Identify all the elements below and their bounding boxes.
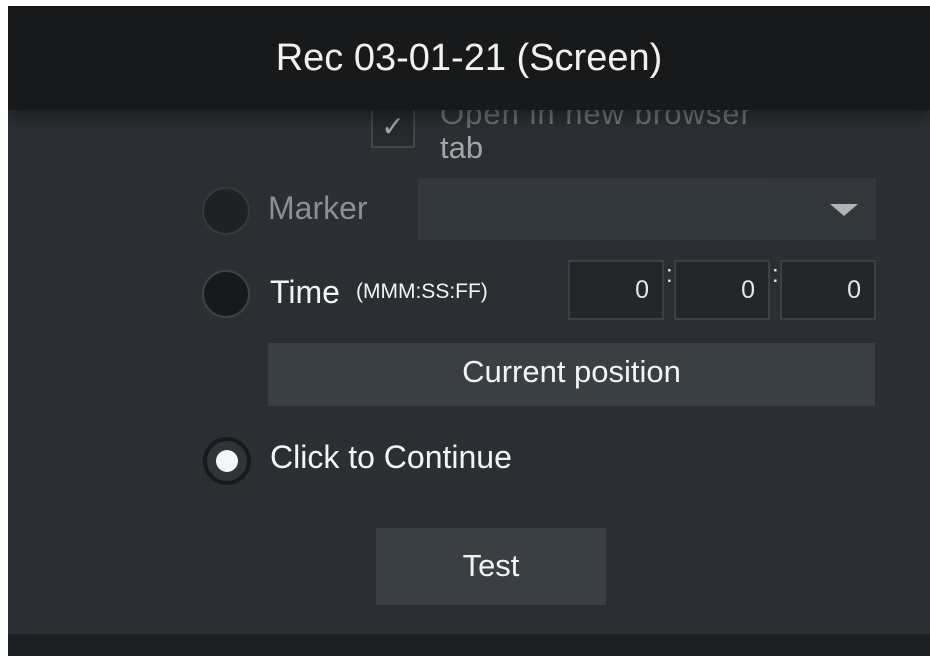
open-in-new-tab-checkbox[interactable]: ✓ bbox=[371, 108, 415, 148]
seconds-field[interactable]: 0 bbox=[674, 260, 770, 320]
marker-radio[interactable] bbox=[202, 187, 250, 235]
caret-down-icon bbox=[830, 204, 858, 216]
window-title: Rec 03-01-21 (Screen) bbox=[8, 6, 930, 110]
click-to-continue-radio[interactable] bbox=[203, 437, 251, 485]
time-separator: : bbox=[666, 261, 673, 288]
time-format-label: (MMM:SS:FF) bbox=[356, 280, 488, 303]
frames-field[interactable]: 0 bbox=[780, 260, 876, 320]
click-to-continue-label: Click to Continue bbox=[270, 439, 512, 475]
dialog-window: ✓ Open in new browser tab Marker Time (M… bbox=[8, 6, 930, 656]
minutes-field[interactable]: 0 bbox=[568, 260, 664, 320]
time-separator: : bbox=[772, 261, 779, 288]
checkbox-label: tab bbox=[440, 130, 484, 165]
test-button[interactable]: Test bbox=[376, 528, 606, 605]
current-position-button[interactable]: Current position bbox=[268, 343, 875, 406]
marker-dropdown[interactable] bbox=[418, 178, 876, 240]
check-icon: ✓ bbox=[381, 111, 405, 142]
marker-label: Marker bbox=[268, 190, 368, 226]
time-label: Time bbox=[270, 274, 340, 310]
time-radio[interactable] bbox=[202, 270, 250, 318]
selected-dot-icon bbox=[216, 450, 238, 472]
bottom-divider bbox=[8, 634, 930, 656]
